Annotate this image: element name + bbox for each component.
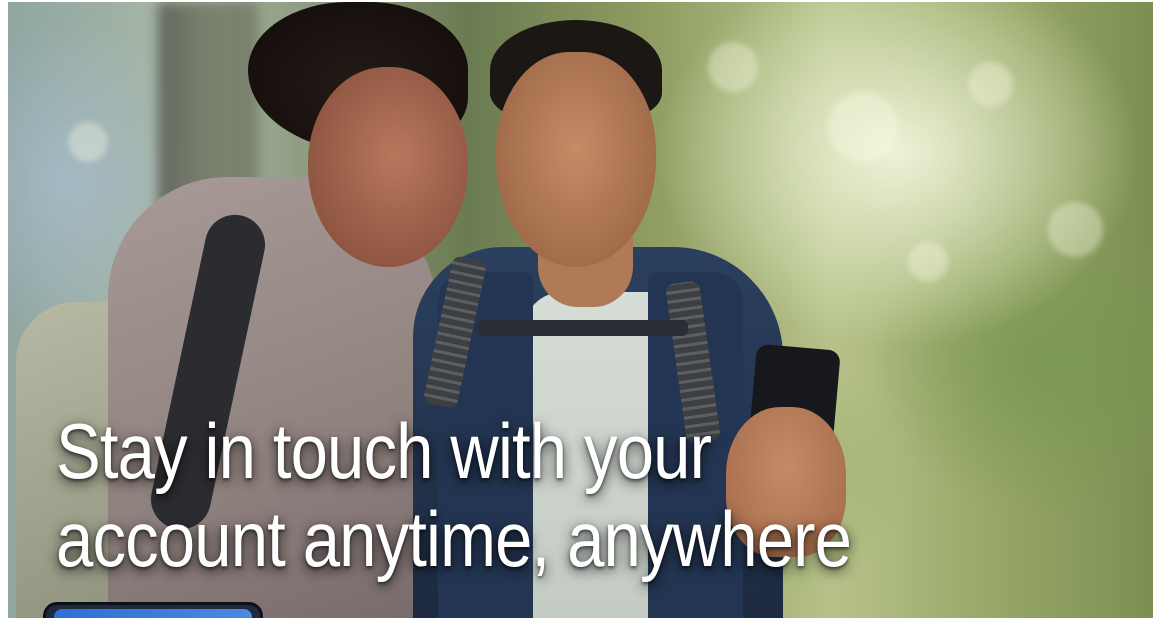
hero-banner: Stay in touch with your account anytime,… — [8, 2, 1153, 618]
bokeh-light — [968, 62, 1013, 107]
man-face — [496, 52, 656, 267]
bokeh-light — [828, 92, 898, 162]
page: Stay in touch with your account anytime,… — [0, 0, 1159, 623]
headline-line-2: account anytime, anywhere — [56, 495, 852, 583]
device-screen — [54, 609, 252, 618]
bokeh-light — [68, 122, 108, 162]
chest-strap — [478, 320, 688, 336]
bokeh-light — [708, 42, 758, 92]
woman-face — [308, 67, 468, 267]
headline-line-1: Stay in touch with your — [56, 407, 712, 495]
bokeh-light — [1048, 202, 1103, 257]
hero-headline: Stay in touch with your account anytime,… — [56, 407, 852, 583]
bokeh-light — [908, 242, 948, 282]
